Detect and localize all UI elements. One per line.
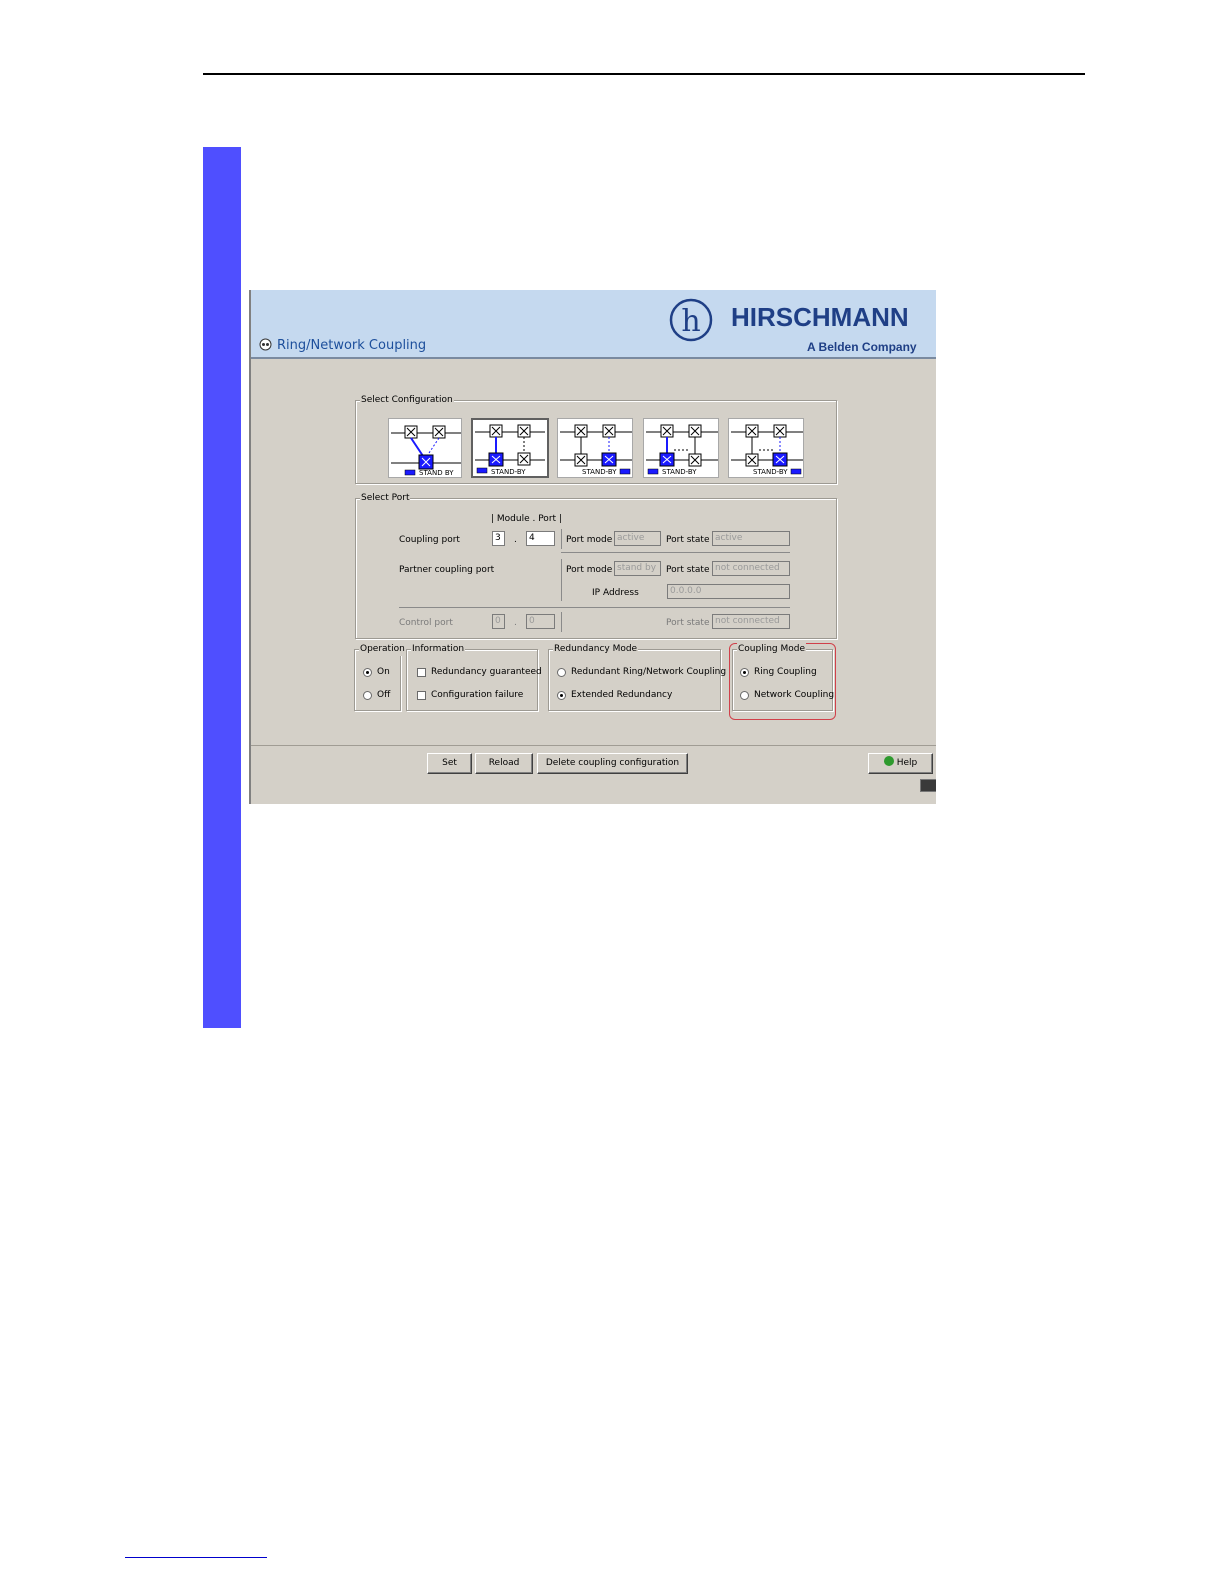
select-configuration-label: Select Configuration (360, 393, 454, 407)
delete-coupling-configuration-button[interactable]: Delete coupling configuration (537, 753, 688, 774)
page-side-bar (203, 147, 241, 1028)
status-indicator-icon (920, 779, 936, 792)
ring-coupling-radio[interactable] (740, 668, 749, 677)
network-coupling-label: Network Coupling (754, 690, 835, 700)
partner-coupling-port-label: Partner coupling port (399, 565, 495, 575)
coupling-mode-label: Coupling Mode (737, 642, 807, 656)
coupling-port-label: Coupling port (399, 535, 460, 545)
config-caption-4: STAND-BY (662, 468, 697, 476)
select-port-group: Select Port | Module . Port | Coupling p… (355, 491, 837, 639)
dialog-icon (259, 338, 272, 351)
redundant-ring-network-coupling-radio[interactable] (557, 668, 566, 677)
configuration-failure-label: Configuration failure (431, 690, 524, 700)
page-footnote-rule (125, 1557, 267, 1558)
help-button-label: Help (896, 758, 918, 768)
control-port-state-label: Port state (666, 618, 710, 628)
hirschmann-logo-icon: h (669, 298, 713, 342)
config-option-5[interactable]: STAND-BY (728, 418, 804, 478)
reload-button[interactable]: Reload (475, 753, 533, 774)
help-icon (883, 756, 894, 766)
operation-on-radio[interactable] (363, 668, 372, 677)
config-caption-1: STAND BY (419, 469, 454, 477)
control-port-label: Control port (399, 618, 453, 628)
coupling-port-mode-field: active (614, 531, 661, 546)
coupling-mode-group: Coupling Mode Ring Coupling Network Coup… (732, 642, 835, 711)
coupling-port-state-label: Port state (666, 535, 710, 545)
partner-port-state-field: not connected (712, 561, 790, 576)
configuration-failure-checkbox (417, 691, 426, 700)
dialog-body: Select Configuration STAND BY STAND-BY S… (251, 359, 936, 745)
control-port-state-field: not connected (712, 614, 790, 629)
operation-group: Operation On Off (354, 642, 406, 711)
extended-redundancy-label: Extended Redundancy (571, 690, 673, 700)
ring-coupling-label: Ring Coupling (754, 667, 817, 677)
separator (561, 559, 562, 601)
coupling-port-state-field: active (712, 531, 790, 546)
page-top-rule (203, 73, 1085, 75)
brand-name: HIRSCHMANN (731, 302, 909, 332)
separator (561, 552, 790, 553)
information-group: Information Redundancy guaranteed Config… (406, 642, 542, 711)
coupling-port-module-field[interactable]: 3 (492, 531, 505, 546)
window-title: Ring/Network Coupling (277, 338, 427, 353)
separator (399, 607, 790, 608)
control-port-dot: . (514, 618, 517, 628)
coupling-port-dot: . (514, 535, 517, 545)
select-port-label: Select Port (360, 491, 411, 505)
control-port-module-field: 0 (492, 614, 505, 629)
extended-redundancy-radio[interactable] (557, 691, 566, 700)
operation-off-radio[interactable] (363, 691, 372, 700)
control-port-port-field: 0 (526, 614, 555, 629)
partner-port-mode-field: stand by (614, 561, 661, 576)
partner-ip-address-label: IP Address (592, 588, 639, 598)
separator (561, 529, 562, 549)
dialog-footer: Set Reload Delete coupling configuration… (251, 745, 936, 804)
partner-port-mode-label: Port mode (566, 565, 613, 575)
help-button[interactable]: Help (868, 753, 933, 774)
network-coupling-radio[interactable] (740, 691, 749, 700)
redundant-ring-network-coupling-label: Redundant Ring/Network Coupling (571, 667, 727, 677)
redundancy-guaranteed-label: Redundancy guaranteed (431, 667, 542, 677)
partner-ip-address-field: 0.0.0.0 (667, 584, 790, 599)
operation-label: Operation (359, 642, 406, 656)
information-label: Information (411, 642, 466, 656)
redundancy-guaranteed-checkbox (417, 668, 426, 677)
config-option-3[interactable]: STAND-BY (557, 418, 633, 478)
logo-letter: h (681, 304, 700, 339)
separator (561, 612, 562, 632)
config-option-1[interactable]: STAND BY (388, 418, 462, 478)
partner-port-state-label: Port state (666, 565, 710, 575)
config-caption-2: STAND-BY (491, 468, 526, 476)
set-button[interactable]: Set (427, 753, 472, 774)
coupling-port-mode-label: Port mode (566, 535, 613, 545)
operation-off-label: Off (377, 690, 391, 700)
coupling-port-port-field[interactable]: 4 (526, 531, 555, 546)
config-caption-3: STAND-BY (582, 468, 617, 476)
config-option-2[interactable]: STAND-BY (471, 418, 549, 478)
window-header: Ring/Network Coupling h HIRSCHMANN A Bel… (251, 290, 936, 359)
config-caption-5: STAND-BY (753, 468, 788, 476)
operation-on-label: On (377, 667, 390, 677)
module-port-header: | Module . Port | (491, 514, 562, 524)
ring-network-coupling-window: Ring/Network Coupling h HIRSCHMANN A Bel… (249, 290, 936, 804)
redundancy-mode-group: Redundancy Mode Redundant Ring/Network C… (548, 642, 726, 711)
redundancy-mode-label: Redundancy Mode (553, 642, 639, 656)
brand-subtitle: A Belden Company (807, 340, 917, 354)
select-configuration-group: Select Configuration STAND BY STAND-BY S… (355, 393, 837, 484)
config-option-4[interactable]: STAND-BY (643, 418, 719, 478)
